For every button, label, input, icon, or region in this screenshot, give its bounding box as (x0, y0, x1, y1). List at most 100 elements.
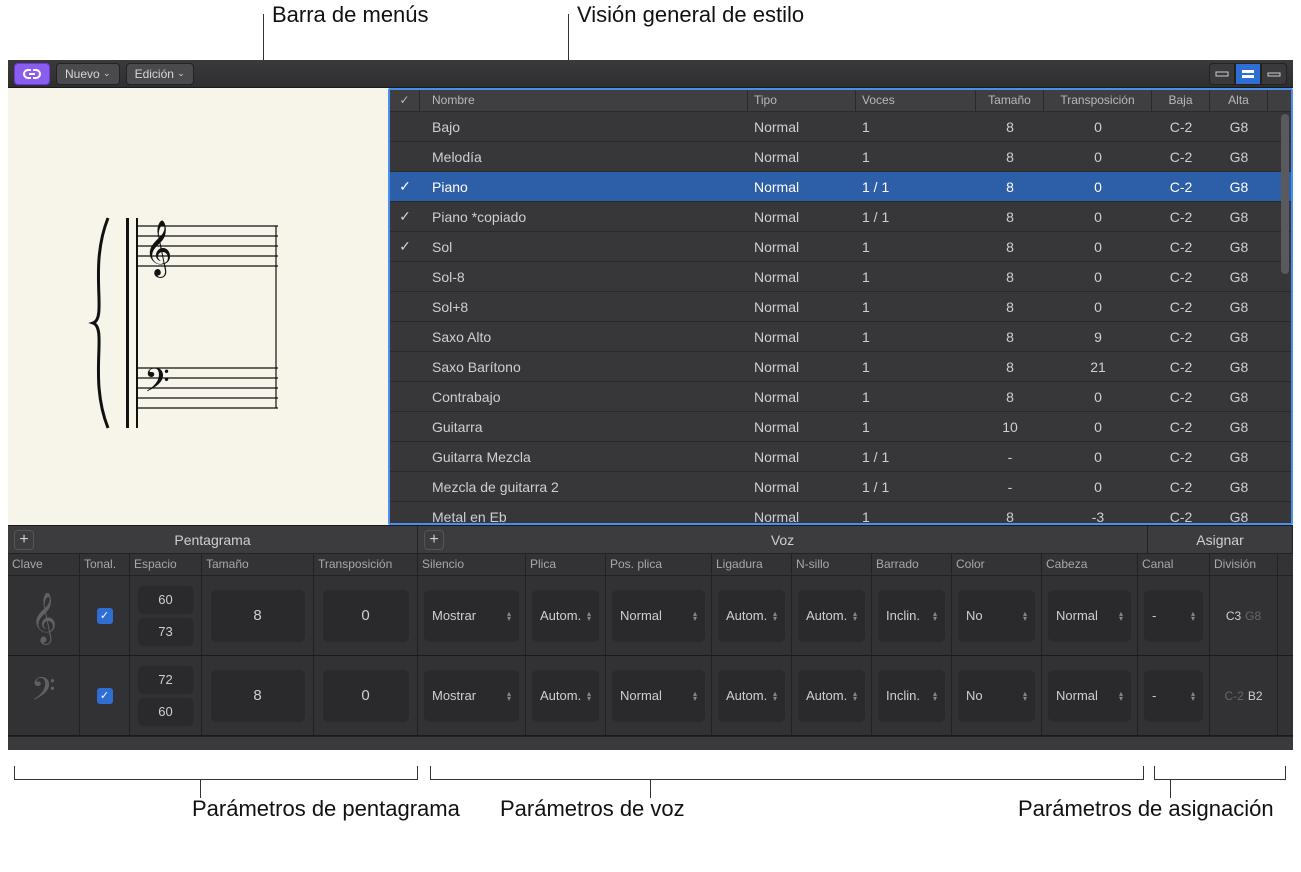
row-high[interactable]: G8 (1210, 389, 1268, 405)
row-voices[interactable]: 1 (856, 239, 976, 255)
row-type[interactable]: Normal (748, 509, 856, 524)
row-check[interactable]: ✓ (390, 178, 420, 195)
row-high[interactable]: G8 (1210, 329, 1268, 345)
edicion-menu[interactable]: Edición ⌄ (126, 63, 194, 85)
row-high[interactable]: G8 (1210, 449, 1268, 465)
row-voices[interactable]: 1 (856, 119, 976, 135)
row-name[interactable]: Contrabajo (420, 389, 748, 405)
posplica-select[interactable]: Normal▴▾ (612, 670, 705, 722)
row-trans[interactable]: 0 (1044, 419, 1152, 435)
add-voice-button[interactable]: + (424, 530, 444, 550)
row-low[interactable]: C-2 (1152, 419, 1210, 435)
style-row[interactable]: Guitarra MezclaNormal1 / 1-0C-2G8 (390, 442, 1291, 472)
view-mode-3[interactable] (1261, 63, 1287, 85)
row-size[interactable]: 8 (976, 329, 1044, 345)
row-trans[interactable]: 0 (1044, 269, 1152, 285)
silencio-select[interactable]: Mostrar▴▾ (424, 590, 519, 642)
row-voices[interactable]: 1 / 1 (856, 449, 976, 465)
hdr-low[interactable]: Baja (1152, 90, 1210, 111)
row-low[interactable]: C-2 (1152, 479, 1210, 495)
color-select[interactable]: No▴▾ (958, 670, 1035, 722)
row-check[interactable]: ✓ (390, 238, 420, 255)
row-type[interactable]: Normal (748, 299, 856, 315)
silencio-select[interactable]: Mostrar▴▾ (424, 670, 519, 722)
row-high[interactable]: G8 (1210, 149, 1268, 165)
row-size[interactable]: 8 (976, 269, 1044, 285)
style-row[interactable]: Sol-8Normal180C-2G8 (390, 262, 1291, 292)
style-row[interactable]: ✓PianoNormal1 / 180C-2G8 (390, 172, 1291, 202)
row-size[interactable]: 8 (976, 209, 1044, 225)
style-row[interactable]: GuitarraNormal1100C-2G8 (390, 412, 1291, 442)
row-high[interactable]: G8 (1210, 179, 1268, 195)
row-name[interactable]: Bajo (420, 119, 748, 135)
row-trans[interactable]: 0 (1044, 479, 1152, 495)
ligadura-select[interactable]: Autom.▴▾ (718, 670, 785, 722)
row-low[interactable]: C-2 (1152, 509, 1210, 524)
row-trans[interactable]: 9 (1044, 329, 1152, 345)
row-low[interactable]: C-2 (1152, 149, 1210, 165)
row-low[interactable]: C-2 (1152, 209, 1210, 225)
esp-top[interactable]: 60 (138, 586, 194, 614)
canal-select[interactable]: -▴▾ (1144, 670, 1203, 722)
view-mode-1[interactable] (1209, 63, 1235, 85)
plica-select[interactable]: Autom.▴▾ (532, 590, 599, 642)
row-size[interactable]: 8 (976, 149, 1044, 165)
row-name[interactable]: Saxo Alto (420, 329, 748, 345)
row-voices[interactable]: 1 (856, 329, 976, 345)
row-size[interactable]: 10 (976, 419, 1044, 435)
row-high[interactable]: G8 (1210, 209, 1268, 225)
row-size[interactable]: 8 (976, 509, 1044, 524)
row-low[interactable]: C-2 (1152, 269, 1210, 285)
row-trans[interactable]: 0 (1044, 119, 1152, 135)
division-cell[interactable]: C-2B2 (1210, 656, 1278, 735)
row-trans[interactable]: 0 (1044, 449, 1152, 465)
row-name[interactable]: Metal en Eb (420, 509, 748, 524)
row-voices[interactable]: 1 (856, 359, 976, 375)
row-low[interactable]: C-2 (1152, 179, 1210, 195)
esp-bot[interactable]: 60 (138, 698, 194, 726)
row-voices[interactable]: 1 (856, 299, 976, 315)
row-type[interactable]: Normal (748, 359, 856, 375)
style-row[interactable]: ✓Piano *copiadoNormal1 / 180C-2G8 (390, 202, 1291, 232)
row-trans[interactable]: 0 (1044, 299, 1152, 315)
style-row[interactable]: BajoNormal180C-2G8 (390, 112, 1291, 142)
row-type[interactable]: Normal (748, 119, 856, 135)
row-voices[interactable]: 1 (856, 419, 976, 435)
row-high[interactable]: G8 (1210, 359, 1268, 375)
division-cell[interactable]: C3G8 (1210, 576, 1278, 655)
style-row[interactable]: Mezcla de guitarra 2Normal1 / 1-0C-2G8 (390, 472, 1291, 502)
row-voices[interactable]: 1 (856, 149, 976, 165)
row-voices[interactable]: 1 / 1 (856, 479, 976, 495)
cabeza-select[interactable]: Normal▴▾ (1048, 670, 1131, 722)
row-size[interactable]: 8 (976, 239, 1044, 255)
row-size[interactable]: 8 (976, 299, 1044, 315)
tonal-check[interactable]: ✓ (80, 576, 130, 655)
row-type[interactable]: Normal (748, 269, 856, 285)
row-type[interactable]: Normal (748, 239, 856, 255)
row-voices[interactable]: 1 (856, 509, 976, 524)
row-type[interactable]: Normal (748, 179, 856, 195)
row-high[interactable]: G8 (1210, 299, 1268, 315)
add-staff-button[interactable]: + (14, 530, 34, 550)
hdr-type[interactable]: Tipo (748, 90, 856, 111)
row-high[interactable]: G8 (1210, 479, 1268, 495)
row-size[interactable]: - (976, 479, 1044, 495)
row-name[interactable]: Sol-8 (420, 269, 748, 285)
row-type[interactable]: Normal (748, 479, 856, 495)
style-row[interactable]: MelodíaNormal180C-2G8 (390, 142, 1291, 172)
hdr-voices[interactable]: Voces (856, 90, 976, 111)
tam-value[interactable]: 8 (211, 670, 305, 722)
hdr-trans[interactable]: Transposición (1044, 90, 1152, 111)
style-row[interactable]: ✓SolNormal180C-2G8 (390, 232, 1291, 262)
row-name[interactable]: Sol+8 (420, 299, 748, 315)
link-toggle-button[interactable] (14, 63, 50, 85)
row-name[interactable]: Saxo Barítono (420, 359, 748, 375)
row-high[interactable]: G8 (1210, 269, 1268, 285)
row-type[interactable]: Normal (748, 149, 856, 165)
trp-value[interactable]: 0 (323, 590, 409, 642)
style-row[interactable]: ContrabajoNormal180C-2G8 (390, 382, 1291, 412)
scrollbar-thumb[interactable] (1281, 114, 1289, 274)
row-name[interactable]: Guitarra Mezcla (420, 449, 748, 465)
row-voices[interactable]: 1 / 1 (856, 209, 976, 225)
row-high[interactable]: G8 (1210, 239, 1268, 255)
